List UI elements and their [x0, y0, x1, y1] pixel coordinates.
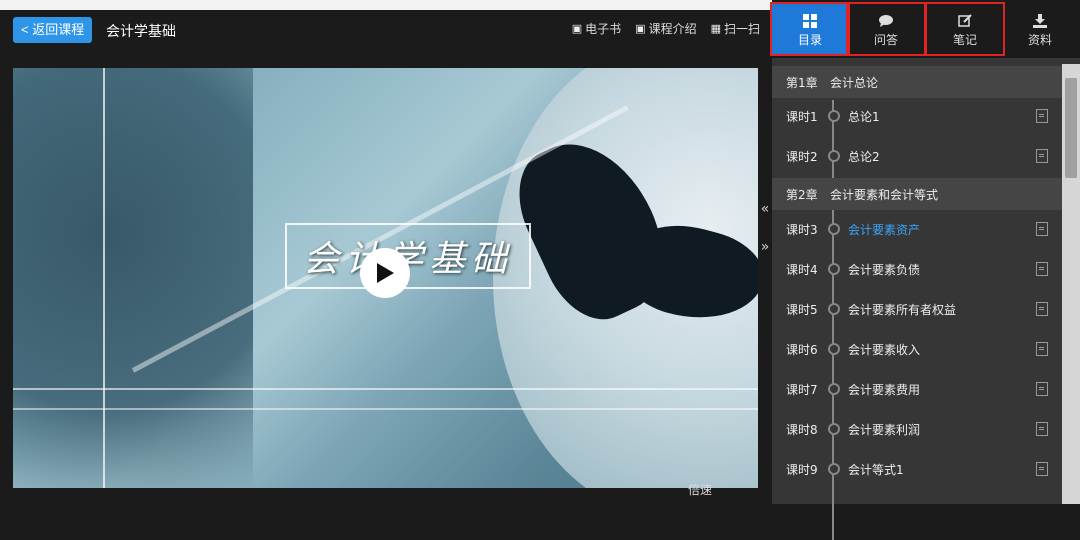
- chapter-number: 第2章: [786, 187, 818, 202]
- tab-qa[interactable]: 问答: [848, 4, 924, 54]
- timeline-dot: [828, 343, 840, 355]
- lesson-title: 会计要素利润: [848, 422, 921, 437]
- edit-icon: [957, 11, 973, 31]
- play-button[interactable]: [360, 248, 410, 298]
- lesson-title: 会计要素所有者权益: [848, 302, 957, 317]
- lesson-number: 课时5: [786, 302, 818, 317]
- lesson-title: 总论2: [848, 149, 880, 164]
- expand-right-icon[interactable]: »: [758, 228, 772, 266]
- lesson-title: 总论1: [848, 109, 880, 124]
- chat-icon: [878, 11, 894, 31]
- video-line: [13, 388, 758, 390]
- download-icon: [1033, 11, 1047, 31]
- document-icon[interactable]: [1036, 149, 1048, 163]
- list-item[interactable]: 课时1 总论1: [772, 96, 1062, 136]
- lesson-number: 课时4: [786, 262, 818, 277]
- chapter-title: 会计要素和会计等式: [830, 187, 939, 202]
- document-icon[interactable]: [1036, 262, 1048, 276]
- timeline-dot: [828, 223, 840, 235]
- lesson-number: 课时8: [786, 422, 818, 437]
- panel-toggle[interactable]: « »: [758, 190, 772, 266]
- video-line: [103, 68, 105, 488]
- video-player[interactable]: 会计学基础: [13, 68, 758, 488]
- course-title: 会计学基础: [106, 24, 176, 40]
- tab-notes-label: 笔记: [952, 32, 977, 47]
- list-item-active[interactable]: 课时3 会计要素资产: [772, 209, 1062, 249]
- book-icon: ▣: [571, 22, 583, 35]
- info-book-icon: ▣: [635, 22, 646, 35]
- top-links: ▣ 电子书 ▣ 课程介绍 ▦ 扫一扫: [572, 20, 760, 37]
- timeline-dot: [828, 150, 840, 162]
- tab-qa-label: 问答: [873, 32, 898, 47]
- lesson-title: 会计要素资产: [848, 222, 921, 237]
- timeline-dot: [828, 110, 840, 122]
- document-icon[interactable]: [1036, 422, 1048, 436]
- list-item[interactable]: 课时8 会计要素利润: [772, 409, 1062, 449]
- document-icon[interactable]: [1036, 302, 1048, 316]
- lesson-number: 课时7: [786, 382, 818, 397]
- document-icon[interactable]: [1036, 109, 1048, 123]
- lesson-title: 会计等式1: [848, 462, 904, 477]
- tab-catalog-label: 目录: [797, 32, 822, 47]
- play-icon: [377, 263, 394, 283]
- tab-materials[interactable]: 资料: [1002, 4, 1078, 54]
- back-to-course-button[interactable]: < 返回课程: [13, 17, 93, 43]
- collapse-left-icon[interactable]: «: [758, 190, 772, 228]
- document-icon[interactable]: [1036, 382, 1048, 396]
- scan-link-label: 扫一扫: [723, 22, 760, 36]
- lesson-number: 课时2: [786, 149, 818, 164]
- lesson-title: 会计要素收入: [848, 342, 921, 357]
- list-item[interactable]: 课时9 会计等式1: [772, 449, 1062, 489]
- scan-link[interactable]: ▦ 扫一扫: [711, 20, 760, 37]
- sidebar-tabs: 目录 问答 笔记 资料: [772, 0, 1080, 58]
- video-frame-left: [13, 68, 253, 488]
- list-item[interactable]: 课时4 会计要素负债: [772, 249, 1062, 289]
- list-item[interactable]: 课时2 总论2: [772, 136, 1062, 176]
- chapter-header[interactable]: 第1章 会计总论: [772, 66, 1062, 98]
- document-icon[interactable]: [1036, 342, 1048, 356]
- document-icon[interactable]: [1036, 462, 1048, 476]
- top-bar: < 返回课程 会计学基础 ▣ 电子书 ▣ 课程介绍 ▦ 扫一扫: [0, 10, 760, 50]
- lesson-number: 课时9: [786, 462, 818, 477]
- timeline-dot: [828, 463, 840, 475]
- speed-button[interactable]: 倍速: [688, 481, 712, 498]
- list-item[interactable]: 课时5 会计要素所有者权益: [772, 289, 1062, 329]
- timeline-dot: [828, 263, 840, 275]
- qr-icon: ▦: [710, 22, 721, 35]
- ebook-link-label: 电子书: [585, 22, 622, 36]
- lesson-list: 第1章 会计总论 课时1 总论1 课时2 总论2 第2章 会计要素和会计等式 课…: [772, 64, 1062, 540]
- document-icon[interactable]: [1036, 222, 1048, 236]
- tab-catalog[interactable]: 目录: [772, 4, 848, 54]
- course-sidebar: 目录 问答 笔记 资料 第1章 会计总论 课时1 总论1 课时2 总论2 第2章…: [772, 0, 1080, 540]
- list-item[interactable]: 课时6 会计要素收入: [772, 329, 1062, 369]
- chapter-title: 会计总论: [830, 75, 879, 90]
- tab-materials-label: 资料: [1027, 32, 1052, 47]
- scrollbar[interactable]: [1062, 64, 1080, 504]
- list-item[interactable]: 课时7 会计要素费用: [772, 369, 1062, 409]
- course-intro-link[interactable]: ▣ 课程介绍: [635, 20, 696, 37]
- lesson-number: 课时6: [786, 342, 818, 357]
- tab-notes[interactable]: 笔记: [927, 4, 1003, 54]
- timeline-dot: [828, 303, 840, 315]
- course-intro-link-label: 课程介绍: [648, 22, 697, 36]
- grid-icon: [803, 11, 817, 31]
- lesson-number: 课时1: [786, 109, 818, 124]
- scrollbar-thumb[interactable]: [1065, 78, 1077, 178]
- timeline-dot: [828, 423, 840, 435]
- chapter-header[interactable]: 第2章 会计要素和会计等式: [772, 178, 1062, 210]
- chapter-number: 第1章: [786, 75, 818, 90]
- timeline-dot: [828, 383, 840, 395]
- video-line: [13, 408, 758, 410]
- ebook-link[interactable]: ▣ 电子书: [572, 20, 621, 37]
- lesson-title: 会计要素费用: [848, 382, 921, 397]
- lesson-title: 会计要素负债: [848, 262, 921, 277]
- lesson-number: 课时3: [786, 222, 818, 237]
